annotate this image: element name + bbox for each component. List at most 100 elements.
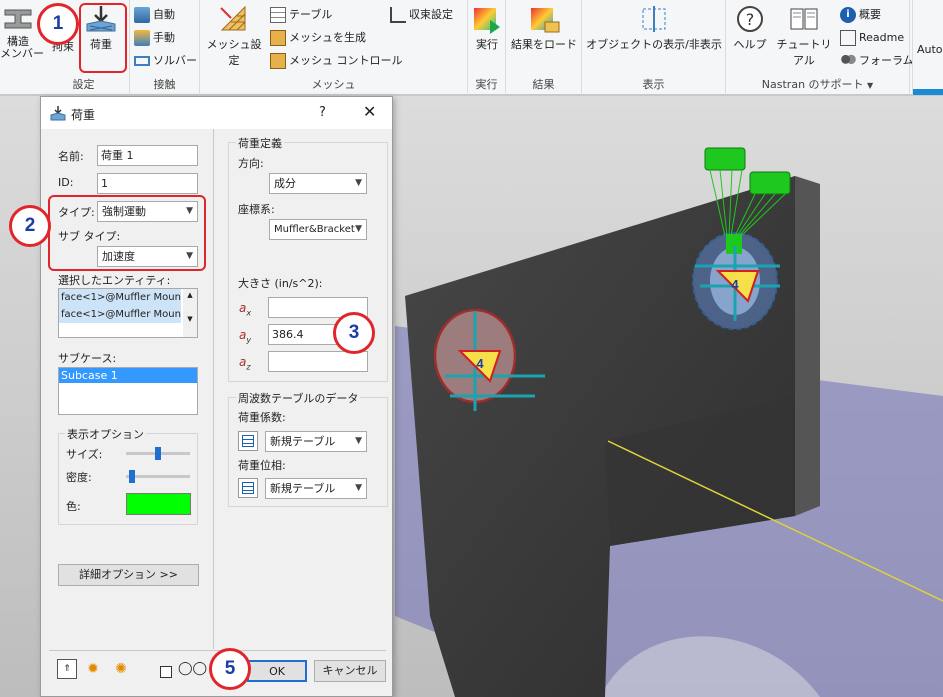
az-input[interactable] <box>268 351 368 372</box>
ribbon-group-mesh: メッシュ設定 テーブル メッシュを生成 メッシュ コントロール 収束設定 メッシ… <box>200 0 468 95</box>
expand-button[interactable]: ⇑ <box>57 659 77 679</box>
bracket-side <box>795 176 820 516</box>
auto-contact-label: 自動 <box>153 8 175 21</box>
direction-dropdown[interactable]: 成分 ▼ <box>269 173 367 194</box>
ay-subscript: y <box>246 335 252 345</box>
auto-tab-label: Auto <box>917 43 943 56</box>
preview-checkbox[interactable] <box>160 666 172 678</box>
entity-item[interactable]: face<1>@Muffler Mount <box>59 289 181 306</box>
support-group-label: Nastran のサポート ▼ <box>726 76 909 92</box>
mesh-control-button[interactable]: メッシュ コントロール <box>270 51 403 71</box>
color-label: 色: <box>66 500 81 513</box>
load-factor-table-button[interactable] <box>238 431 258 451</box>
id-label: ID: <box>58 176 74 189</box>
contact-group-label: 接触 <box>153 78 176 91</box>
burst-icon[interactable]: ✹ <box>83 659 103 679</box>
id-input[interactable]: 1 <box>97 173 198 194</box>
tutorial-label: チュートリアル <box>776 38 832 67</box>
entity-item[interactable]: face<1>@Muffler Mount <box>59 306 181 323</box>
density-slider-thumb[interactable] <box>128 470 135 483</box>
glasses-icon: ◯◯ <box>178 661 208 676</box>
readme-link[interactable]: Readme <box>840 28 904 48</box>
entities-scrollbar[interactable]: ▲ ▼ <box>183 289 197 337</box>
load-phase-value: 新規テーブル <box>270 482 336 495</box>
convergence-label: 収束設定 <box>409 8 453 21</box>
mesh-control-icon <box>270 53 286 69</box>
advanced-options-button[interactable]: 詳細オプション >> <box>58 564 199 586</box>
type-highlight <box>48 195 206 271</box>
cancel-button[interactable]: キャンセル <box>314 660 386 682</box>
mesh-control-label: メッシュ コントロール <box>289 54 403 67</box>
density-label: 密度: <box>66 471 92 484</box>
chevron-down-icon: ▼ <box>355 483 362 493</box>
tutorial-icon <box>790 8 818 30</box>
display-group-label: 表示 <box>642 78 665 91</box>
az-label: az <box>239 355 251 371</box>
show-hide-button[interactable]: オブジェクトの表示/非表示 <box>584 4 724 52</box>
forum-link[interactable]: フォーラム <box>840 51 914 71</box>
display-options-title: 表示オプション <box>65 426 146 442</box>
size-slider[interactable] <box>126 447 190 460</box>
ok-button[interactable]: OK <box>247 660 307 682</box>
load-phase-table-button[interactable] <box>238 478 258 498</box>
solver-button[interactable]: ソルバー <box>134 51 197 71</box>
name-input[interactable]: 荷重 1 <box>97 145 198 166</box>
load-marker-right: 4 <box>731 277 739 292</box>
ax-label: ax <box>239 301 251 317</box>
coordinate-label: 座標系: <box>238 203 275 216</box>
ribbon-group-support: ? ヘルプ チュートリアル i 概要 Readme フォーラム Nastran の… <box>726 0 914 95</box>
svg-text:?: ? <box>746 10 755 29</box>
subcase-item[interactable]: Subcase 1 <box>59 368 197 383</box>
table-edit-icon <box>242 435 254 447</box>
tutorial-button[interactable]: チュートリアル <box>772 4 836 68</box>
entities-list[interactable]: face<1>@Muffler Mount face<1>@Muffler Mo… <box>58 288 198 338</box>
color-swatch[interactable] <box>126 493 191 515</box>
structural-member-button[interactable]: 構造 メンバー <box>0 4 44 60</box>
show-hide-label: オブジェクトの表示/非表示 <box>586 38 722 51</box>
mesh-settings-label: メッシュ設定 <box>206 38 262 67</box>
auto-tab[interactable]: Auto <box>912 0 943 95</box>
manual-contact-icon <box>134 30 150 46</box>
burst-multi-icon[interactable]: ✺ <box>111 659 131 679</box>
close-icon[interactable]: ✕ <box>363 102 376 121</box>
readme-label: Readme <box>859 31 905 44</box>
ay-label: ay <box>239 328 251 344</box>
load-factor-label: 荷重係数: <box>238 411 286 424</box>
ribbon-group-structure: 構造 メンバー <box>0 0 44 95</box>
support-group-text: Nastran のサポート <box>761 78 864 91</box>
manual-contact-button[interactable]: 手動 <box>134 28 175 48</box>
subcase-list[interactable]: Subcase 1 <box>58 367 198 415</box>
run-button[interactable]: 実行 <box>470 4 504 52</box>
direction-label: 方向: <box>238 157 264 170</box>
generate-mesh-icon <box>270 30 286 46</box>
callout-3: 3 <box>333 312 375 354</box>
beam-icon <box>4 9 32 29</box>
run-group-label: 実行 <box>475 78 498 91</box>
dialog-titlebar[interactable]: 荷重 ? ✕ <box>41 97 392 129</box>
convergence-icon <box>390 7 406 23</box>
entities-label: 選択したエンティティ: <box>58 274 171 287</box>
load-definition-title: 荷重定義 <box>236 135 284 151</box>
overview-link[interactable]: i 概要 <box>840 5 881 25</box>
help-button[interactable]: ? ヘルプ <box>730 4 770 52</box>
support-dropdown-icon[interactable]: ▼ <box>867 81 873 90</box>
run-label: 実行 <box>476 38 498 51</box>
callout-5: 5 <box>209 648 251 690</box>
auto-contact-button[interactable]: 自動 <box>134 5 175 25</box>
coordinate-dropdown[interactable]: Muffler&Bracket ▼ <box>269 219 367 240</box>
convergence-button[interactable]: 収束設定 <box>390 5 453 25</box>
results-group-label: 結果 <box>532 78 555 91</box>
help-icon: ? <box>737 6 763 32</box>
table-edit-icon <box>242 482 254 494</box>
auto-tab-accent <box>913 89 943 95</box>
help-label: ヘルプ <box>733 38 767 51</box>
load-factor-dropdown[interactable]: 新規テーブル ▼ <box>265 431 367 452</box>
mesh-settings-button[interactable]: メッシュ設定 <box>204 4 264 68</box>
density-slider[interactable] <box>126 470 190 483</box>
size-slider-thumb[interactable] <box>155 447 161 460</box>
help-question-icon[interactable]: ? <box>319 105 326 120</box>
load-results-button[interactable]: 結果をロード <box>510 4 578 52</box>
generate-mesh-button[interactable]: メッシュを生成 <box>270 28 366 48</box>
load-phase-dropdown[interactable]: 新規テーブル ▼ <box>265 478 367 499</box>
table-button[interactable]: テーブル <box>270 5 332 25</box>
